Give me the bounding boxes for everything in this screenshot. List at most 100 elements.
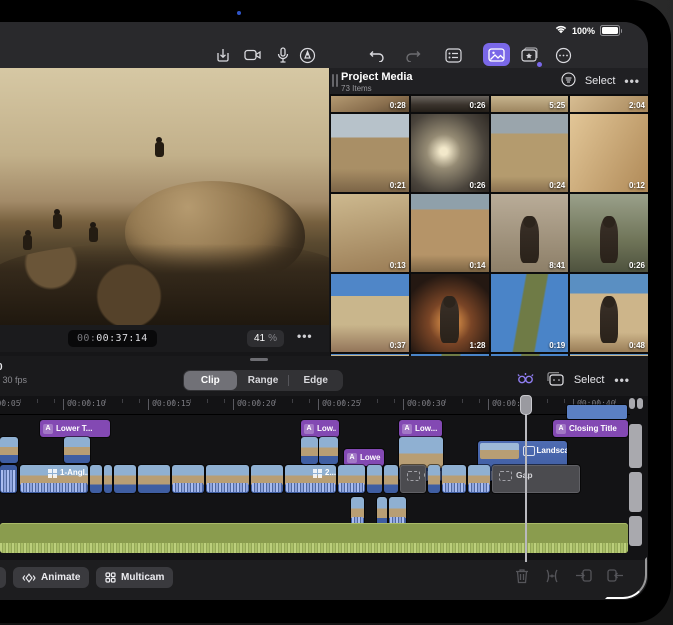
mode-edge[interactable]: Edge: [289, 371, 342, 390]
scrollbar-segment[interactable]: [629, 424, 642, 468]
draw-icon[interactable]: [296, 44, 318, 66]
video-clip[interactable]: [64, 437, 90, 463]
multicam-clip[interactable]: 2...: [285, 465, 336, 493]
media-thumbnail[interactable]: 1:28: [411, 274, 489, 352]
clip-label: G...: [424, 470, 426, 480]
media-thumbnail[interactable]: 0:26: [570, 194, 648, 272]
timeline-scrollbar[interactable]: [629, 356, 644, 576]
playhead[interactable]: [525, 396, 527, 562]
media-thumbnail[interactable]: 0:24: [491, 114, 569, 192]
media-thumbnail[interactable]: 0:37: [331, 274, 409, 352]
mic-icon[interactable]: [272, 44, 294, 66]
media-thumbnail[interactable]: 0:12: [570, 114, 648, 192]
video-clip[interactable]: [90, 465, 102, 493]
clip-label: 1-Angl...: [60, 468, 88, 477]
media-thumbnail[interactable]: 0:13: [331, 194, 409, 272]
title-badge: A: [304, 424, 314, 434]
video-clip[interactable]: [114, 465, 136, 493]
zoom-level[interactable]: 41 %: [247, 330, 284, 347]
media-thumbnail[interactable]: 0:48: [570, 274, 648, 352]
clip-appearance-icon[interactable]: [546, 371, 564, 389]
mode-range[interactable]: Range: [237, 371, 290, 390]
filter-icon[interactable]: [561, 72, 576, 90]
panel-resize-handle[interactable]: [332, 74, 338, 87]
video-clip[interactable]: [138, 465, 170, 493]
clip-duration: 0:13: [390, 261, 406, 270]
timeline-drag-handle[interactable]: [250, 358, 268, 361]
timeline-more-icon[interactable]: •••: [614, 373, 630, 387]
multicam-button[interactable]: Multicam: [96, 567, 173, 588]
media-thumbnail[interactable]: 0:14: [411, 194, 489, 272]
enhance-icon[interactable]: [514, 371, 536, 389]
title-clip[interactable]: ALower T...: [40, 420, 110, 437]
gap-clip[interactable]: Gap: [492, 465, 580, 493]
gap-clip[interactable]: G...: [400, 465, 426, 493]
timeline-footer: Animate Multicam: [0, 560, 648, 600]
title-clip[interactable]: AClosing Title: [553, 420, 628, 437]
scrollbar-segment[interactable]: [637, 398, 643, 409]
timeline-ruler[interactable]: 00:00:0500:00:1000:00:1500:00:2000:00:25…: [0, 396, 630, 415]
video-clip[interactable]: [301, 437, 318, 464]
cropped-button[interactable]: [0, 567, 6, 588]
music-track[interactable]: [0, 523, 628, 553]
video-clip[interactable]: [468, 465, 490, 493]
video-clip[interactable]: [338, 465, 365, 493]
video-clip[interactable]: [251, 465, 283, 493]
animate-button[interactable]: Animate: [13, 567, 89, 588]
scrollbar-segment[interactable]: [629, 472, 642, 512]
viewer-video-frame[interactable]: [0, 68, 329, 325]
ruler-label: 00:00:25: [322, 399, 361, 408]
title-clip[interactable]: ALow...: [399, 420, 442, 437]
timeline-header: 0 · 30 fps ClipRangeEdge Select •••: [0, 356, 648, 396]
media-panel-header: Project Media 73 Items Select •••: [330, 68, 648, 94]
title-clip[interactable]: ALower...: [344, 449, 384, 466]
camera-icon[interactable]: [242, 44, 264, 66]
wifi-icon: [555, 25, 567, 36]
media-library-icon[interactable]: [483, 43, 510, 66]
scrollbar-segment[interactable]: [629, 398, 635, 409]
clip-bar[interactable]: [567, 405, 627, 419]
undo-icon[interactable]: [366, 44, 388, 66]
ruler-label: 00:00:20: [237, 399, 276, 408]
media-thumbnail[interactable]: 0:26: [411, 96, 489, 112]
media-more-icon[interactable]: •••: [624, 74, 640, 88]
effects-browser-icon[interactable]: [519, 44, 541, 66]
media-thumbnail[interactable]: 0:26: [411, 114, 489, 192]
title-clip[interactable]: ALow...: [301, 420, 339, 437]
clip-label: 2...: [325, 468, 336, 477]
timeline-select-button[interactable]: Select: [574, 374, 605, 386]
media-thumbnail[interactable]: 2:04: [570, 96, 648, 112]
viewer-more-icon[interactable]: •••: [297, 329, 313, 343]
mode-clip[interactable]: Clip: [184, 371, 237, 390]
video-clip[interactable]: [428, 465, 440, 493]
video-clip[interactable]: [442, 465, 466, 493]
playhead-handle[interactable]: [520, 395, 532, 415]
video-clip[interactable]: [206, 465, 249, 493]
foreground-rocks: [0, 244, 329, 325]
project-media-panel: 0:280:265:252:040:210:260:240:120:130:14…: [330, 68, 648, 356]
video-clip[interactable]: [104, 465, 112, 493]
clip-duration: 0:24: [549, 181, 565, 190]
more-icon[interactable]: [552, 44, 574, 66]
video-clip[interactable]: [0, 437, 18, 463]
gap-icon: [407, 471, 420, 481]
video-clip[interactable]: [172, 465, 204, 493]
scrollbar-segment[interactable]: [629, 516, 642, 546]
browser-list-icon[interactable]: [442, 44, 464, 66]
import-icon[interactable]: [212, 44, 234, 66]
video-clip[interactable]: [384, 465, 398, 493]
multicam-clip[interactable]: 1-Angl...: [20, 465, 88, 493]
video-clip[interactable]: [367, 465, 382, 493]
video-clip[interactable]: [319, 437, 338, 464]
timecode-display[interactable]: 00:00:37:14: [68, 330, 157, 347]
clip-thumbnail: [480, 443, 519, 459]
select-button[interactable]: Select: [585, 75, 616, 87]
media-thumbnail[interactable]: 0:21: [331, 114, 409, 192]
audio-waveform: [286, 483, 335, 492]
overwrite-icon: [575, 568, 592, 589]
media-thumbnail[interactable]: 0:28: [331, 96, 409, 112]
media-thumbnail[interactable]: 5:25: [491, 96, 569, 112]
media-thumbnail[interactable]: 0:19: [491, 274, 569, 352]
audio-clip[interactable]: [0, 465, 17, 493]
media-thumbnail[interactable]: 8:41: [491, 194, 569, 272]
